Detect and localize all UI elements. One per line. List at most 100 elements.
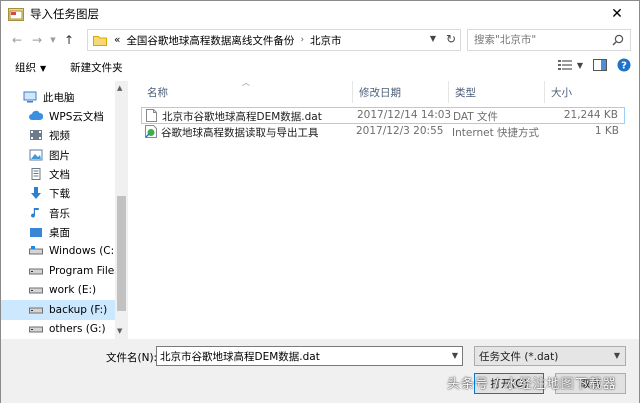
scroll-up-icon[interactable]: ▲ <box>117 84 122 92</box>
search-box[interactable] <box>467 29 631 51</box>
chevron-down-icon[interactable]: ▼ <box>430 34 436 43</box>
file-list: ︿ 名称 修改日期 类型 大小 北京市谷歌地球高程DEM数据.dat 2017/… <box>129 78 637 339</box>
sidebar-item-drive-e[interactable]: work (E:) <box>1 280 116 300</box>
documents-folder-icon <box>29 168 43 180</box>
breadcrumb-backup-folder[interactable]: 全国谷歌地球高程数据离线文件备份 <box>126 33 294 48</box>
file-open-dialog: 导入任务图层 ✕ ← → ▼ ↑ « 全国谷歌地球高程数据离线文件备份 › 北京… <box>0 0 640 403</box>
file-type: DAT 文件 <box>453 111 499 123</box>
drive-icon <box>29 265 43 277</box>
up-button[interactable]: ↑ <box>59 29 79 51</box>
table-row[interactable]: 北京市谷歌地球高程DEM数据.dat 2017/12/14 14:03 DAT … <box>141 107 625 124</box>
address-path-box[interactable]: « 全国谷歌地球高程数据离线文件备份 › 北京市 ▼ ↻ <box>87 29 461 51</box>
search-input[interactable] <box>474 34 609 46</box>
column-header-size[interactable]: 大小 <box>545 81 613 103</box>
filetype-value: 任务文件 (*.dat) <box>479 350 559 363</box>
file-modified: 2017/12/14 14:03 <box>357 109 452 121</box>
breadcrumb-beijing[interactable]: 北京市 <box>310 33 342 48</box>
file-icon <box>146 109 157 125</box>
file-modified: 2017/12/3 20:55 <box>356 125 444 137</box>
back-arrow-icon: ← <box>11 33 23 47</box>
sidebar-item-label: Program Files ( <box>49 265 116 277</box>
sidebar-item-downloads[interactable]: 下载 <box>1 183 116 203</box>
organize-label: 组织 <box>15 61 36 74</box>
navigation-pane: 此电脑 WPS云文档 视频 图片 文档 下载 音乐 桌面 Windows (C:… <box>1 81 129 339</box>
sidebar-item-drive-f[interactable]: backup (F:) <box>1 300 116 320</box>
sidebar-item-drive-g[interactable]: others (G:) <box>1 319 116 339</box>
new-folder-label: 新建文件夹 <box>70 61 123 74</box>
chevron-down-icon: ▼ <box>576 60 583 70</box>
drive-icon <box>29 304 43 316</box>
close-button[interactable]: ✕ <box>595 1 639 27</box>
wps-cloud-icon <box>29 110 43 122</box>
sidebar-item-label: work (E:) <box>49 284 97 296</box>
music-icon <box>29 207 43 219</box>
back-button[interactable]: ← <box>7 29 27 51</box>
sidebar-item-documents[interactable]: 文档 <box>1 164 116 184</box>
preview-pane-button[interactable] <box>593 59 607 71</box>
forward-button[interactable]: → <box>27 29 47 51</box>
chevron-down-icon: ▼ <box>613 351 620 360</box>
window-title: 导入任务图层 <box>30 7 99 21</box>
organize-button[interactable]: 组织 ▼ <box>1 60 60 75</box>
sidebar-item-desktop[interactable]: 桌面 <box>1 222 116 242</box>
table-row[interactable]: 谷歌地球高程数据读取与导出工具 2017/12/3 20:55 Internet… <box>141 124 625 141</box>
view-controls: ▼ ? <box>557 58 631 72</box>
close-icon: ✕ <box>611 6 623 22</box>
help-button[interactable]: ? <box>617 58 631 72</box>
search-icon[interactable] <box>612 34 624 49</box>
sidebar-item-wps-cloud[interactable]: WPS云文档 <box>1 106 116 126</box>
watermark-text: 头条号 / 水经注地图下载器 <box>447 377 617 392</box>
sidebar-item-videos[interactable]: 视频 <box>1 125 116 145</box>
chevron-down-icon[interactable]: ▼ <box>452 351 458 360</box>
sidebar-item-label: 音乐 <box>49 207 70 220</box>
filename-input[interactable] <box>160 350 445 362</box>
scrollbar-thumb[interactable] <box>117 196 126 311</box>
breadcrumb-separator: › <box>300 35 305 45</box>
download-icon <box>29 187 43 199</box>
sidebar-item-music[interactable]: 音乐 <box>1 203 116 223</box>
column-header-name[interactable]: 名称 <box>141 81 353 103</box>
column-header-type[interactable]: 类型 <box>449 81 545 103</box>
scroll-down-icon[interactable]: ▼ <box>117 327 122 335</box>
internet-shortcut-icon <box>145 125 157 141</box>
desktop-folder-icon <box>29 226 43 238</box>
help-icon: ? <box>617 58 631 72</box>
column-header-label: 类型 <box>455 86 476 99</box>
title-bar: 导入任务图层 ✕ <box>1 1 639 27</box>
sidebar-item-label: 桌面 <box>49 226 70 239</box>
file-name: 谷歌地球高程数据读取与导出工具 <box>161 127 319 139</box>
file-type: Internet 快捷方式 <box>452 127 540 139</box>
sidebar-item-drive-c[interactable]: Windows (C:) <box>1 241 116 261</box>
sidebar-scrollbar[interactable]: ▲ ▼ <box>115 81 128 339</box>
forward-arrow-icon: → <box>31 33 43 47</box>
dialog-footer: 文件名(N): ▼ 任务文件 (*.dat) ▼ 打开(O) 取消 <box>1 339 639 403</box>
column-header-modified[interactable]: 修改日期 <box>353 81 449 103</box>
sidebar-item-label: WPS云文档 <box>49 110 104 123</box>
preview-pane-icon <box>593 59 607 71</box>
file-size: 1 KB <box>594 125 619 137</box>
sidebar-item-label: 图片 <box>49 149 70 162</box>
filename-label: 文件名(N): <box>106 352 158 364</box>
drive-icon <box>29 245 43 257</box>
recent-locations-button[interactable]: ▼ <box>47 29 59 51</box>
filetype-select[interactable]: 任务文件 (*.dat) ▼ <box>474 346 626 366</box>
column-header-label: 大小 <box>551 86 572 99</box>
breadcrumb-overflow[interactable]: « <box>114 34 120 46</box>
sidebar-item-this-pc[interactable]: 此电脑 <box>1 87 116 107</box>
refresh-icon[interactable]: ↻ <box>446 32 456 46</box>
new-folder-button[interactable]: 新建文件夹 <box>60 60 137 75</box>
video-folder-icon <box>29 129 43 141</box>
chevron-down-icon: ▼ <box>50 36 56 44</box>
column-header-label: 修改日期 <box>359 86 401 99</box>
details-view-icon <box>557 60 572 70</box>
sidebar-item-label: 此电脑 <box>43 91 75 104</box>
sidebar-item-drive-program-files[interactable]: Program Files ( <box>1 261 116 281</box>
computer-icon <box>23 91 37 103</box>
file-size: 21,244 KB <box>563 109 618 121</box>
sidebar-item-label: 视频 <box>49 129 70 142</box>
sidebar-item-label: Windows (C:) <box>49 245 116 257</box>
sidebar-item-pictures[interactable]: 图片 <box>1 145 116 165</box>
filename-combobox[interactable]: ▼ <box>156 346 463 366</box>
sidebar-item-label: 下载 <box>49 187 70 200</box>
view-options-button[interactable]: ▼ <box>557 59 583 71</box>
